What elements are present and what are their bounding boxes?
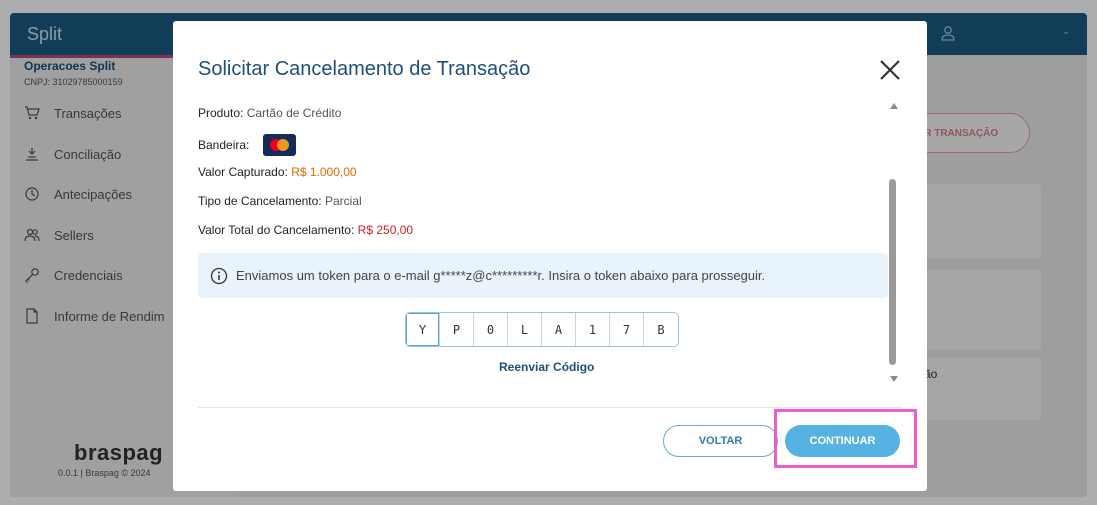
token-digit-input[interactable]: 7 [610,313,644,346]
token-input: Y P 0 L A 1 7 B [405,312,679,347]
tipo-cancelamento-row: Tipo de Cancelamento: Parcial [198,194,362,208]
token-digit-input[interactable]: P [440,313,474,346]
produto-row: Produto: Cartão de Crédito [198,106,341,120]
valor-capturado-label: Valor Capturado: [198,165,288,179]
scroll-up-icon[interactable] [890,103,898,109]
token-digit-input[interactable]: B [644,313,678,346]
scroll-down-icon[interactable] [890,376,898,382]
highlight-box [774,409,917,468]
token-digit-input[interactable]: 0 [474,313,508,346]
produto-value: Cartão de Crédito [246,106,342,120]
footer-divider [198,407,902,408]
token-digit-input[interactable]: 1 [576,313,610,346]
close-icon[interactable] [879,59,901,81]
token-digit-input[interactable]: L [508,313,542,346]
info-message: Enviamos um token para o e-mail g*****z@… [236,268,766,283]
valor-total-row: Valor Total do Cancelamento: R$ 250,00 [198,223,413,237]
token-digit-input[interactable]: A [542,313,576,346]
back-button[interactable]: VOLTAR [663,425,778,457]
valor-capturado-row: Valor Capturado: R$ 1.000,00 [198,165,357,179]
tipo-cancelamento-label: Tipo de Cancelamento: [198,194,322,208]
mastercard-logo [262,134,296,156]
modal-scrollbar[interactable] [887,103,901,388]
token-info-alert: Enviamos um token para o e-mail g*****z@… [198,253,888,298]
bandeira-label: Bandeira: [198,138,250,153]
tipo-cancelamento-value: Parcial [324,194,362,208]
produto-label: Produto: [198,106,244,120]
valor-capturado-value: R$ 1.000,00 [291,165,357,179]
valor-total-label: Valor Total do Cancelamento: [198,223,355,237]
scrollbar-thumb[interactable] [889,179,896,365]
token-digit-input[interactable]: Y [406,313,440,346]
info-icon [210,267,228,284]
bandeira-row: Bandeira: [198,134,296,157]
valor-total-value: R$ 250,00 [357,223,414,237]
modal-title: Solicitar Cancelamento de Transação [198,58,531,80]
resend-code-link[interactable]: Reenviar Código [499,360,594,374]
